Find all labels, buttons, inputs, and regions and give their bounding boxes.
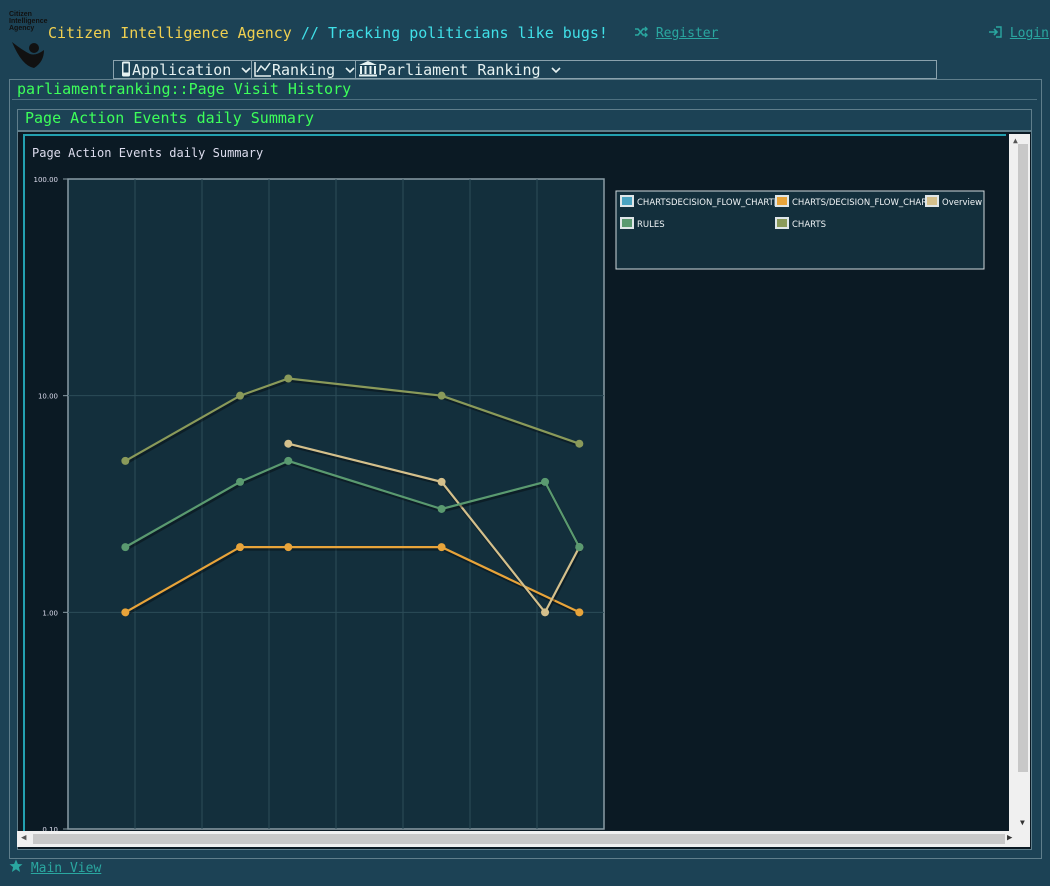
scroll-right-icon[interactable]: ▶ bbox=[1007, 833, 1012, 843]
legend-swatch bbox=[777, 219, 787, 227]
data-point bbox=[437, 391, 446, 400]
legend-label: CHARTS/DECISION_FLOW_CHART bbox=[792, 198, 933, 208]
data-point bbox=[575, 439, 584, 448]
login-label[interactable]: Login bbox=[1010, 26, 1049, 41]
line-chart: 100.0010.001.000.10 CHARTSDECISION_FLOW_… bbox=[34, 176, 985, 832]
data-point bbox=[284, 374, 293, 383]
data-point bbox=[437, 477, 446, 486]
legend-label: Overview bbox=[942, 198, 982, 208]
data-point bbox=[437, 543, 446, 552]
scroll-down-icon[interactable]: ▼ bbox=[1020, 818, 1025, 827]
data-point bbox=[575, 543, 584, 552]
scroll-thumb[interactable] bbox=[33, 834, 1005, 844]
horizontal-scrollbar[interactable]: ◀ ▶ bbox=[17, 831, 1030, 847]
data-point bbox=[541, 608, 550, 617]
data-point bbox=[121, 543, 130, 552]
legend-swatch bbox=[927, 197, 937, 205]
data-point bbox=[284, 439, 293, 448]
main-view-label[interactable]: Main View bbox=[31, 861, 101, 876]
data-point bbox=[236, 391, 245, 400]
y-tick-label: 10.00 bbox=[38, 393, 58, 401]
data-point bbox=[236, 477, 245, 486]
data-point bbox=[541, 477, 550, 486]
data-point bbox=[575, 608, 584, 617]
star-icon bbox=[9, 859, 23, 872]
legend-label: CHARTS bbox=[792, 220, 826, 230]
legend-label: RULES bbox=[637, 220, 665, 230]
data-point bbox=[121, 456, 130, 465]
legend-swatch bbox=[622, 219, 632, 227]
legend-swatch bbox=[622, 197, 632, 205]
vertical-scrollbar[interactable]: ▲ ▼ bbox=[1009, 134, 1030, 831]
data-point bbox=[284, 543, 293, 552]
scroll-left-icon[interactable]: ◀ bbox=[21, 833, 26, 843]
legend-label: CHARTSDECISION_FLOW_CHART[] bbox=[637, 198, 781, 208]
main-view-link[interactable]: Main View bbox=[9, 859, 101, 876]
y-tick-label: 1.00 bbox=[42, 609, 58, 617]
y-tick-label: 100.00 bbox=[34, 176, 59, 184]
data-point bbox=[437, 504, 446, 513]
legend-swatch bbox=[777, 197, 787, 205]
data-point bbox=[236, 543, 245, 552]
scroll-thumb[interactable] bbox=[1018, 144, 1028, 772]
data-point bbox=[284, 456, 293, 465]
data-point bbox=[121, 608, 130, 617]
